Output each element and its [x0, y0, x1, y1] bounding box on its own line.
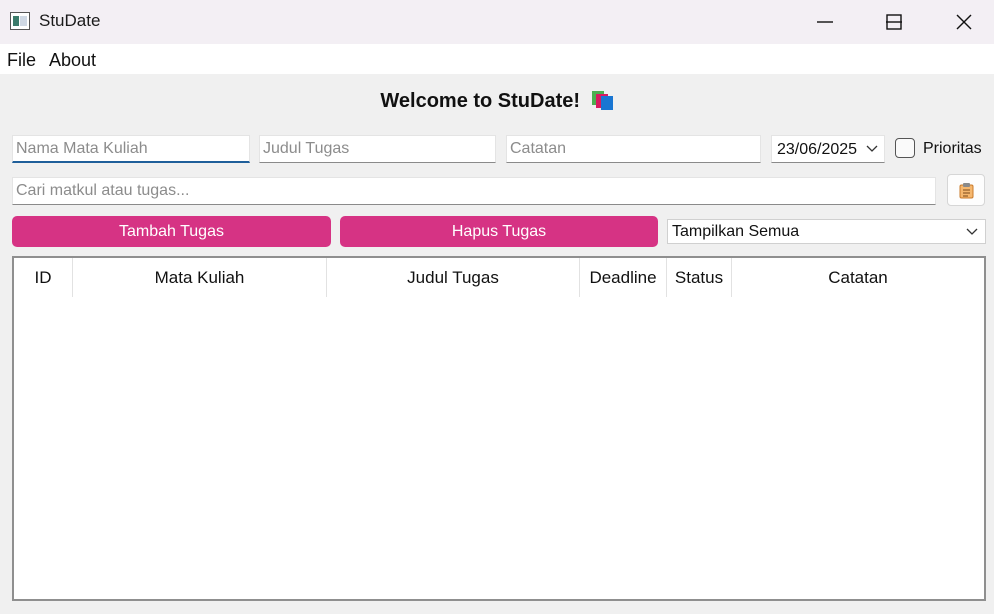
chevron-down-icon	[866, 145, 878, 152]
column-header-course[interactable]: Mata Kuliah	[73, 258, 327, 297]
table-header: ID Mata Kuliah Judul Tugas Deadline Stat…	[14, 258, 984, 297]
books-icon	[591, 91, 614, 110]
column-header-note[interactable]: Catatan	[732, 258, 984, 297]
close-icon	[956, 14, 972, 30]
menu-bar: File About	[0, 44, 994, 74]
welcome-text: Welcome to StuDate!	[380, 90, 581, 112]
chevron-down-icon	[966, 228, 978, 235]
clipboard-button[interactable]	[947, 174, 985, 206]
maximize-button-area[interactable]	[870, 0, 916, 44]
task-title-input[interactable]	[259, 135, 496, 163]
app-icon	[10, 12, 30, 30]
column-header-id[interactable]: ID	[14, 258, 73, 297]
minimize-button-area[interactable]	[801, 0, 847, 44]
close-button[interactable]	[940, 0, 986, 44]
minimize-icon	[817, 21, 833, 23]
menu-about[interactable]: About	[49, 50, 96, 71]
date-value: 23/06/2025	[777, 141, 858, 158]
menu-file[interactable]: File	[7, 50, 36, 71]
column-header-deadline[interactable]: Deadline	[580, 258, 667, 297]
add-task-button[interactable]: Tambah Tugas	[12, 216, 331, 247]
filter-select[interactable]: Tampilkan Semua	[667, 219, 986, 244]
filter-value: Tampilkan Semua	[672, 223, 800, 240]
priority-checkbox[interactable]	[895, 138, 915, 158]
course-name-input[interactable]	[12, 135, 250, 163]
task-table[interactable]: ID Mata Kuliah Judul Tugas Deadline Stat…	[12, 256, 986, 601]
clipboard-icon	[959, 183, 974, 199]
priority-label: Prioritas	[923, 140, 982, 157]
column-header-status[interactable]: Status	[667, 258, 732, 297]
deadline-date-picker[interactable]: 23/06/2025	[771, 135, 885, 163]
delete-task-button[interactable]: Hapus Tugas	[340, 216, 658, 247]
note-input[interactable]	[506, 135, 761, 163]
maximize-icon	[886, 14, 902, 30]
window-title: StuDate	[39, 11, 101, 30]
column-header-task[interactable]: Judul Tugas	[327, 258, 580, 297]
search-input[interactable]	[12, 177, 936, 205]
welcome-heading: Welcome to StuDate!	[0, 90, 994, 113]
